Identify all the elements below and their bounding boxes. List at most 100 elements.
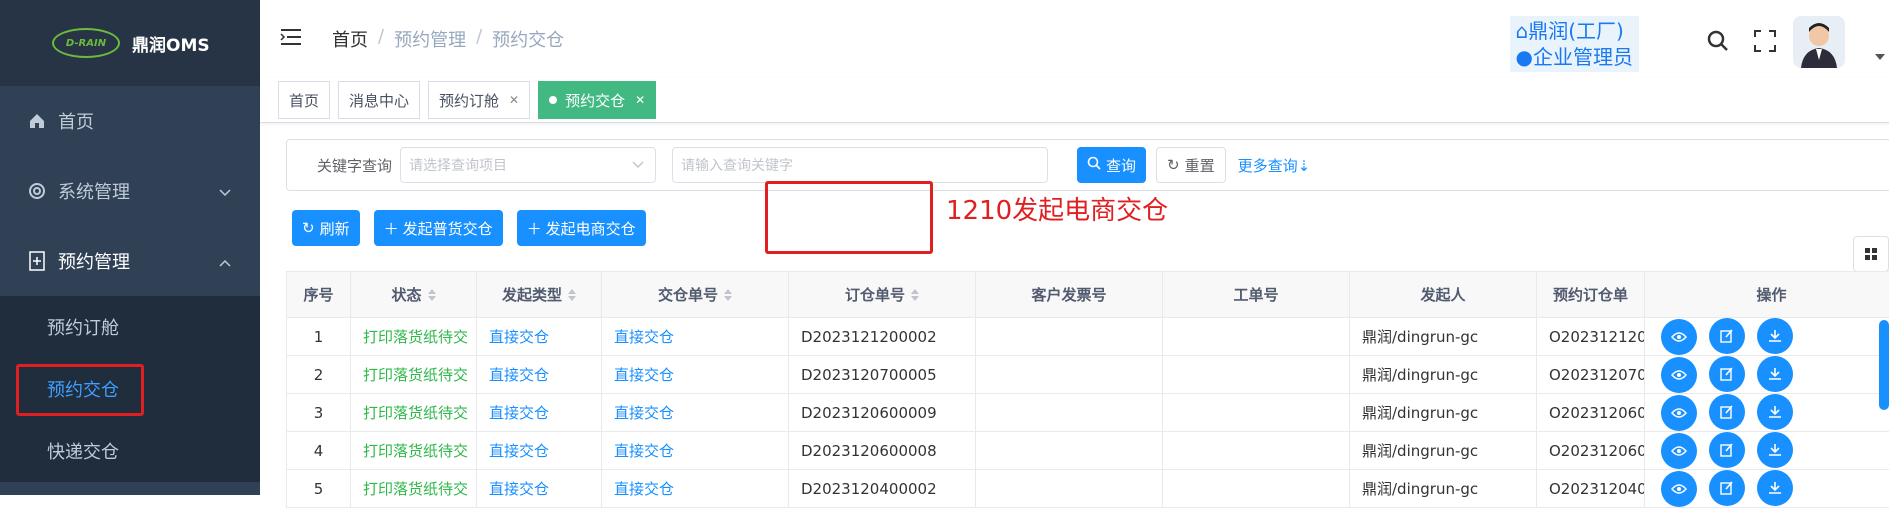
tag-booking-delivery[interactable]: 预约交仓✕: [538, 81, 656, 119]
arrow-down-icon: ⇣: [1298, 157, 1311, 175]
plus-icon: ＋: [384, 218, 399, 239]
breadcrumb-item[interactable]: 首页: [332, 26, 368, 52]
house-icon: ⌂: [1516, 19, 1529, 43]
delivery-table: 序号 状态 发起类型 交仓单号 订仓单号 客户发票号 工单号 发起人 预约订仓单…: [286, 271, 1889, 508]
column-header[interactable]: 交仓单号: [602, 272, 789, 318]
normal-delivery-button[interactable]: ＋ 发起普货交仓: [374, 210, 503, 246]
home-icon: [26, 110, 48, 132]
column-header[interactable]: 状态: [351, 272, 477, 318]
edit-icon[interactable]: [1709, 432, 1745, 468]
sort-icon[interactable]: [724, 287, 732, 305]
reset-button[interactable]: ↻ 重置: [1156, 147, 1226, 183]
invoice-no-cell: [976, 318, 1163, 356]
download-icon[interactable]: [1757, 318, 1793, 354]
view-icon[interactable]: [1661, 395, 1697, 431]
download-icon[interactable]: [1757, 356, 1793, 392]
action-toolbar: ↻ 刷新 ＋ 发起普货交仓 ＋ 发起电商交仓: [292, 210, 660, 246]
work-order-cell: [1163, 356, 1350, 394]
scrollbar[interactable]: [1879, 320, 1889, 410]
fullscreen-icon[interactable]: [1754, 30, 1776, 56]
sidebar-item-express-delivery[interactable]: 快递交仓: [0, 420, 260, 482]
avatar[interactable]: [1793, 16, 1845, 68]
invoice-no-cell: [976, 394, 1163, 432]
ecom-delivery-button[interactable]: ＋ 发起电商交仓: [517, 210, 646, 246]
table-row[interactable]: 2打印落货纸待交直接交仓直接交仓D2023120700005鼎润/dingrun…: [287, 356, 1889, 394]
tag-booking-cabin[interactable]: 预约订舱✕: [428, 81, 530, 119]
work-order-cell: [1163, 394, 1350, 432]
sort-icon[interactable]: [911, 287, 919, 305]
delivery-no-link[interactable]: 直接交仓: [602, 394, 789, 432]
sort-icon[interactable]: [428, 287, 436, 305]
active-dot: [549, 96, 557, 104]
sidebar-item-booking-delivery[interactable]: 预约交仓: [0, 358, 260, 420]
delivery-no-link[interactable]: 直接交仓: [602, 470, 789, 508]
status-cell: 打印落货纸待交: [351, 470, 477, 508]
status-cell: 打印落货纸待交: [351, 356, 477, 394]
tag-home[interactable]: 首页: [278, 81, 330, 119]
row-index: 1: [287, 318, 351, 356]
initiate-type-link[interactable]: 直接交仓: [477, 356, 602, 394]
sidebar-item-label: 首页: [58, 108, 94, 134]
edit-icon[interactable]: [1709, 356, 1745, 392]
download-icon[interactable]: [1757, 470, 1793, 506]
download-icon[interactable]: [1757, 394, 1793, 430]
order-no-cell: D2023121200002: [789, 318, 976, 356]
view-icon[interactable]: [1661, 433, 1697, 469]
view-icon[interactable]: [1661, 319, 1697, 355]
hamburger-icon[interactable]: [280, 28, 302, 50]
close-icon[interactable]: ✕: [635, 93, 645, 107]
search-icon[interactable]: [1707, 30, 1729, 56]
grid-icon[interactable]: [1853, 236, 1889, 272]
sort-icon[interactable]: [568, 287, 576, 305]
sidebar-item-system[interactable]: 系统管理: [0, 156, 260, 226]
caret-down-icon[interactable]: [1875, 48, 1885, 64]
navbar: 首页 / 预约管理 / 预约交仓 ⌂鼎润(工厂) ●企业管理员: [260, 0, 1889, 78]
query-item-select[interactable]: 请选择查询项目: [400, 147, 656, 183]
company-name: ⌂鼎润(工厂): [1516, 18, 1633, 44]
order-no-cell: D2023120600008: [789, 432, 976, 470]
breadcrumb-separator: /: [476, 26, 482, 52]
initiator-cell: 鼎润/dingrun-gc: [1350, 394, 1537, 432]
column-header: 序号: [287, 272, 351, 318]
view-icon[interactable]: [1661, 471, 1697, 507]
sidebar-item-home[interactable]: 首页: [0, 86, 260, 156]
logo-text: 鼎润OMS: [132, 31, 210, 56]
initiate-type-link[interactable]: 直接交仓: [477, 432, 602, 470]
search-bar: 关键字查询 请选择查询项目 请输入查询关键字 查询 ↻ 重置 更多查询⇣: [286, 139, 1889, 191]
refresh-button[interactable]: ↻ 刷新: [292, 210, 360, 246]
delivery-no-link[interactable]: 直接交仓: [602, 318, 789, 356]
download-icon[interactable]: [1757, 432, 1793, 468]
delivery-no-link[interactable]: 直接交仓: [602, 356, 789, 394]
table-row[interactable]: 4打印落货纸待交直接交仓直接交仓D2023120600008鼎润/dingrun…: [287, 432, 1889, 470]
main: 首页 / 预约管理 / 预约交仓 ⌂鼎润(工厂) ●企业管理员: [260, 0, 1889, 495]
work-order-cell: [1163, 470, 1350, 508]
user-info[interactable]: ⌂鼎润(工厂) ●企业管理员: [1510, 16, 1639, 72]
close-icon[interactable]: ✕: [509, 93, 519, 107]
initiate-type-link[interactable]: 直接交仓: [477, 394, 602, 432]
tag-message-center[interactable]: 消息中心: [338, 81, 420, 119]
column-header[interactable]: 订仓单号: [789, 272, 976, 318]
initiate-type-link[interactable]: 直接交仓: [477, 470, 602, 508]
status-cell: 打印落货纸待交: [351, 318, 477, 356]
annotation-box: [765, 181, 933, 254]
query-button[interactable]: 查询: [1077, 147, 1146, 183]
column-header[interactable]: 发起类型: [477, 272, 602, 318]
annotation-text: 1210发起电商交仓: [946, 190, 1168, 227]
sidebar-item-booking-cabin[interactable]: 预约订舱: [0, 296, 260, 358]
table-row[interactable]: 1打印落货纸待交直接交仓直接交仓D2023121200002鼎润/dingrun…: [287, 318, 1889, 356]
view-icon[interactable]: [1661, 357, 1697, 393]
more-query-link[interactable]: 更多查询⇣: [1238, 155, 1311, 176]
table-row[interactable]: 3打印落货纸待交直接交仓直接交仓D2023120600009鼎润/dingrun…: [287, 394, 1889, 432]
invoice-no-cell: [976, 356, 1163, 394]
initiate-type-link[interactable]: 直接交仓: [477, 318, 602, 356]
booking-order-cell: O2023121200: [1537, 318, 1645, 356]
edit-icon[interactable]: [1709, 394, 1745, 430]
column-header: 发起人: [1350, 272, 1537, 318]
highlight-box: [16, 364, 144, 416]
edit-icon[interactable]: [1709, 318, 1745, 354]
edit-icon[interactable]: [1709, 470, 1745, 506]
table-row[interactable]: 5打印落货纸待交直接交仓直接交仓D2023120400002鼎润/dingrun…: [287, 470, 1889, 508]
delivery-no-link[interactable]: 直接交仓: [602, 432, 789, 470]
sidebar-item-booking[interactable]: 预约管理: [0, 226, 260, 296]
keyword-input[interactable]: 请输入查询关键字: [672, 147, 1048, 183]
